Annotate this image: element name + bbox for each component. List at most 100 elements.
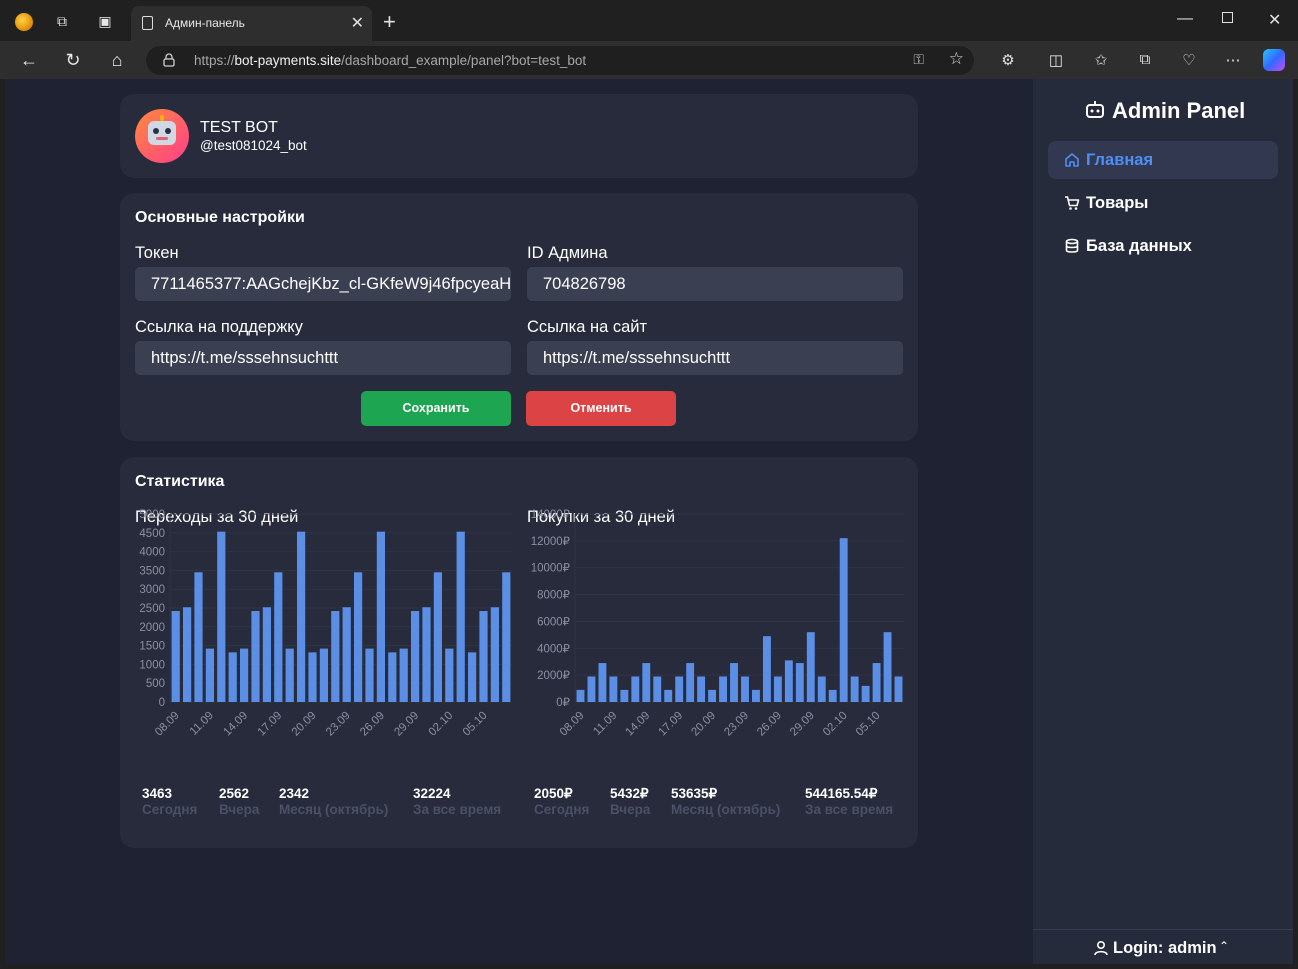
tab-actions-icon[interactable]: ▣ — [96, 12, 114, 30]
chart-bar[interactable] — [217, 531, 226, 702]
login-menu[interactable]: Login: admin ⌃ — [1033, 929, 1293, 964]
chart-bar[interactable] — [194, 572, 203, 702]
chart-bar[interactable] — [296, 531, 306, 702]
chart-bar[interactable] — [730, 663, 738, 702]
chart-bar[interactable] — [365, 648, 374, 702]
new-tab-icon[interactable]: + — [383, 9, 396, 35]
chart-bar[interactable] — [353, 572, 363, 702]
chart-bar[interactable] — [319, 648, 329, 702]
home-icon[interactable]: ⌂ — [106, 50, 128, 71]
chart-bar[interactable] — [741, 676, 749, 702]
chart-bar[interactable] — [285, 648, 294, 702]
chart-bar[interactable] — [675, 676, 684, 702]
y-tick-label: 6000₽ — [537, 616, 571, 628]
chart-bar[interactable] — [828, 689, 837, 702]
chart-bar[interactable] — [762, 636, 771, 702]
chart-bar[interactable] — [274, 572, 283, 702]
chart-bar[interactable] — [587, 676, 596, 702]
chart-bar[interactable] — [598, 663, 607, 702]
chart-bar[interactable] — [817, 676, 826, 702]
extensions-icon[interactable]: ⚙ — [997, 51, 1019, 69]
copilot-icon[interactable] — [1263, 49, 1285, 71]
chart-bar[interactable] — [620, 689, 629, 702]
favorites-icon[interactable]: ✩ — [1090, 51, 1112, 69]
chart-bar[interactable] — [795, 663, 804, 702]
y-tick-label: 4500 — [139, 528, 165, 540]
chart-bar[interactable] — [576, 689, 585, 702]
chart-bar[interactable] — [861, 685, 870, 702]
save-button[interactable]: Сохранить — [361, 391, 511, 426]
chart-bar[interactable] — [399, 648, 408, 702]
chart-bar[interactable] — [872, 663, 881, 702]
chart-bar[interactable] — [182, 607, 192, 702]
collections-icon[interactable]: ⧉ — [1134, 51, 1156, 68]
chart-bar[interactable] — [686, 663, 695, 702]
chart-bar[interactable] — [205, 648, 215, 702]
chart-bar[interactable] — [631, 676, 640, 702]
minimize-icon[interactable]: — — [1177, 10, 1193, 28]
chart-bar[interactable] — [456, 531, 465, 702]
support-link-input[interactable]: https://t.me/sssehnsuchttt — [135, 341, 511, 375]
x-tick-label: 17.09 — [656, 710, 685, 739]
chart-bar[interactable] — [433, 572, 443, 702]
chart-bar[interactable] — [422, 607, 431, 702]
chart-bar[interactable] — [490, 607, 500, 702]
chart-bar[interactable] — [883, 632, 892, 702]
profile-icon[interactable] — [13, 11, 35, 33]
chart-bar[interactable] — [479, 611, 488, 702]
chart-bar[interactable] — [410, 611, 420, 702]
admin-id-input[interactable]: 704826798 — [527, 267, 903, 301]
token-input[interactable]: 7711465377:AAGchejKbz_cl-GKfeW9j46fpcyea… — [135, 267, 511, 301]
chart-bar[interactable] — [784, 660, 793, 702]
y-tick-label: 10000₽ — [531, 563, 571, 575]
workspaces-icon[interactable]: ⧉ — [53, 12, 71, 30]
more-menu-icon[interactable]: ⋯ — [1222, 51, 1244, 69]
password-key-icon[interactable]: ⚿ — [913, 51, 924, 68]
chart-bar[interactable] — [467, 652, 477, 702]
chart-bar[interactable] — [251, 611, 260, 702]
chart-bar[interactable] — [653, 676, 662, 702]
chart-bar[interactable] — [664, 689, 673, 702]
chart-bar[interactable] — [342, 607, 351, 702]
chart-bar[interactable] — [850, 676, 859, 702]
url-text: https://bot-payments.site/dashboard_exam… — [194, 53, 587, 68]
chart-bar[interactable] — [331, 611, 340, 702]
chart-bar[interactable] — [171, 611, 180, 702]
chart-bar[interactable] — [239, 648, 249, 702]
browser-essentials-icon[interactable]: ♡ — [1178, 51, 1200, 69]
chart-bar[interactable] — [228, 652, 237, 702]
sidebar-item-database[interactable]: База данных — [1048, 227, 1278, 265]
chart-bar[interactable] — [388, 652, 397, 702]
chart-bar[interactable] — [308, 652, 317, 702]
chart-bar[interactable] — [708, 689, 717, 702]
refresh-icon[interactable]: ↻ — [62, 50, 84, 71]
back-icon[interactable]: ← — [18, 50, 40, 71]
close-tab-icon[interactable]: ✕ — [351, 13, 364, 33]
chart-bar[interactable] — [445, 648, 454, 702]
cancel-button[interactable]: Отменить — [526, 391, 676, 426]
site-link-input[interactable]: https://t.me/sssehnsuchttt — [527, 341, 903, 375]
x-tick-label: 26.09 — [755, 710, 784, 739]
chart-bar[interactable] — [752, 689, 760, 702]
chart-bar[interactable] — [642, 663, 651, 702]
y-tick-label: 3000 — [139, 584, 165, 596]
sidebar-item-home[interactable]: Главная — [1048, 141, 1278, 179]
close-window-icon[interactable]: ✕ — [1268, 10, 1281, 30]
address-bar[interactable]: https://bot-payments.site/dashboard_exam… — [146, 46, 974, 75]
chart-bar[interactable] — [894, 676, 903, 702]
chart-bar[interactable] — [773, 676, 782, 702]
split-screen-icon[interactable]: ◫ — [1045, 51, 1067, 69]
chart-bar[interactable] — [806, 632, 815, 702]
tab-admin-panel[interactable]: Админ-панель ✕ — [131, 6, 372, 41]
favorite-star-icon[interactable]: ☆ — [949, 49, 964, 69]
purchases-all-value: 544165.54₽ — [805, 786, 878, 801]
chart-bar[interactable] — [376, 531, 386, 702]
chart-bar[interactable] — [502, 572, 511, 702]
chart-bar[interactable] — [609, 676, 618, 702]
chart-bar[interactable] — [697, 676, 706, 702]
chart-bar[interactable] — [719, 676, 727, 702]
chart-bar[interactable] — [839, 538, 848, 702]
chart-bar[interactable] — [262, 607, 272, 702]
maximize-icon[interactable] — [1222, 12, 1233, 23]
sidebar-item-products[interactable]: Товары — [1048, 184, 1278, 222]
